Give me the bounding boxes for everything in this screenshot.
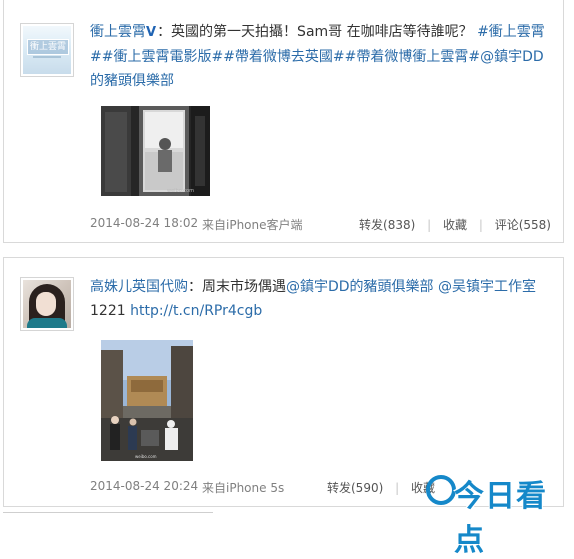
avatar-logo-text: 衝上雲霄	[27, 39, 69, 55]
watermark-text: 今日看点	[454, 479, 547, 558]
post-time[interactable]: 2014-08-24 18:02	[90, 216, 198, 230]
avatar-face	[36, 292, 56, 316]
username-link[interactable]: 高姝儿英国代购	[90, 279, 188, 295]
post-body-text: 1221	[90, 303, 126, 319]
watermark-logo: 今日看点	[420, 467, 566, 558]
post-actions: 转发(838) | 收藏 | 评论(558)	[351, 216, 551, 233]
favorite-button[interactable]: 收藏	[443, 218, 467, 232]
mention-link[interactable]: @吴镇宇工作室	[438, 279, 536, 295]
post-content: 衝上雲霄V：英國的第一天拍攝！Sam哥 在咖啡店等待誰呢？ #衝上雲霄##衝上雲…	[90, 20, 555, 93]
svg-text:weibo.com: weibo.com	[167, 188, 194, 194]
repost-button[interactable]: 转发(838)	[359, 218, 415, 232]
post-body-text: ：周末市场偶遇	[188, 279, 286, 295]
weibo-post: 衝上雲霄 衝上雲霄V：英國的第一天拍攝！Sam哥 在咖啡店等待誰呢？ #衝上雲霄…	[3, 0, 564, 243]
post-footer: 2014-08-24 18:02 来自iPhone客户端 转发(838) | 收…	[90, 216, 555, 236]
username-link[interactable]: 衝上雲霄	[90, 24, 146, 40]
post-image[interactable]: weibo.com	[101, 106, 210, 196]
post-text: 衝上雲霄V：英國的第一天拍攝！Sam哥 在咖啡店等待誰呢？ #衝上雲霄##衝上雲…	[90, 20, 555, 93]
post-image[interactable]: weibo.com	[101, 340, 193, 461]
verified-v-icon: V	[146, 25, 157, 40]
post-body-text: ：英國的第一天拍攝！Sam哥 在咖啡店等待誰呢？	[157, 24, 473, 40]
watermark-ring-icon	[426, 475, 456, 505]
avatar-shirt	[27, 318, 67, 328]
avatar[interactable]: 衝上雲霄	[20, 23, 74, 77]
post-source[interactable]: 来自iPhone客户端	[202, 216, 303, 233]
short-url-link[interactable]: http://t.cn/RPr4cgb	[130, 303, 262, 319]
action-divider: |	[427, 218, 432, 232]
avatar[interactable]	[20, 277, 74, 331]
repost-button[interactable]: 转发(590)	[327, 481, 383, 495]
post-content: 高姝儿英国代购：周末市场偶遇@鎮宇DD的豬頭俱樂部 @吴镇宇工作室 1221 h…	[90, 275, 555, 323]
action-divider: |	[478, 218, 483, 232]
comment-button[interactable]: 评论(558)	[495, 218, 551, 232]
avatar-logo-underline	[33, 56, 61, 58]
svg-text:weibo.com: weibo.com	[135, 454, 157, 459]
post-time[interactable]: 2014-08-24 20:24	[90, 479, 198, 493]
post-source[interactable]: 来自iPhone 5s	[202, 479, 284, 496]
post-actions: 转发(590) | 收藏	[319, 479, 435, 496]
action-divider: |	[395, 481, 400, 495]
post-text: 高姝儿英国代购：周末市场偶遇@鎮宇DD的豬頭俱樂部 @吴镇宇工作室 1221 h…	[90, 275, 555, 323]
mention-link[interactable]: @鎮宇DD的豬頭俱樂部	[286, 279, 434, 295]
divider	[3, 512, 213, 513]
